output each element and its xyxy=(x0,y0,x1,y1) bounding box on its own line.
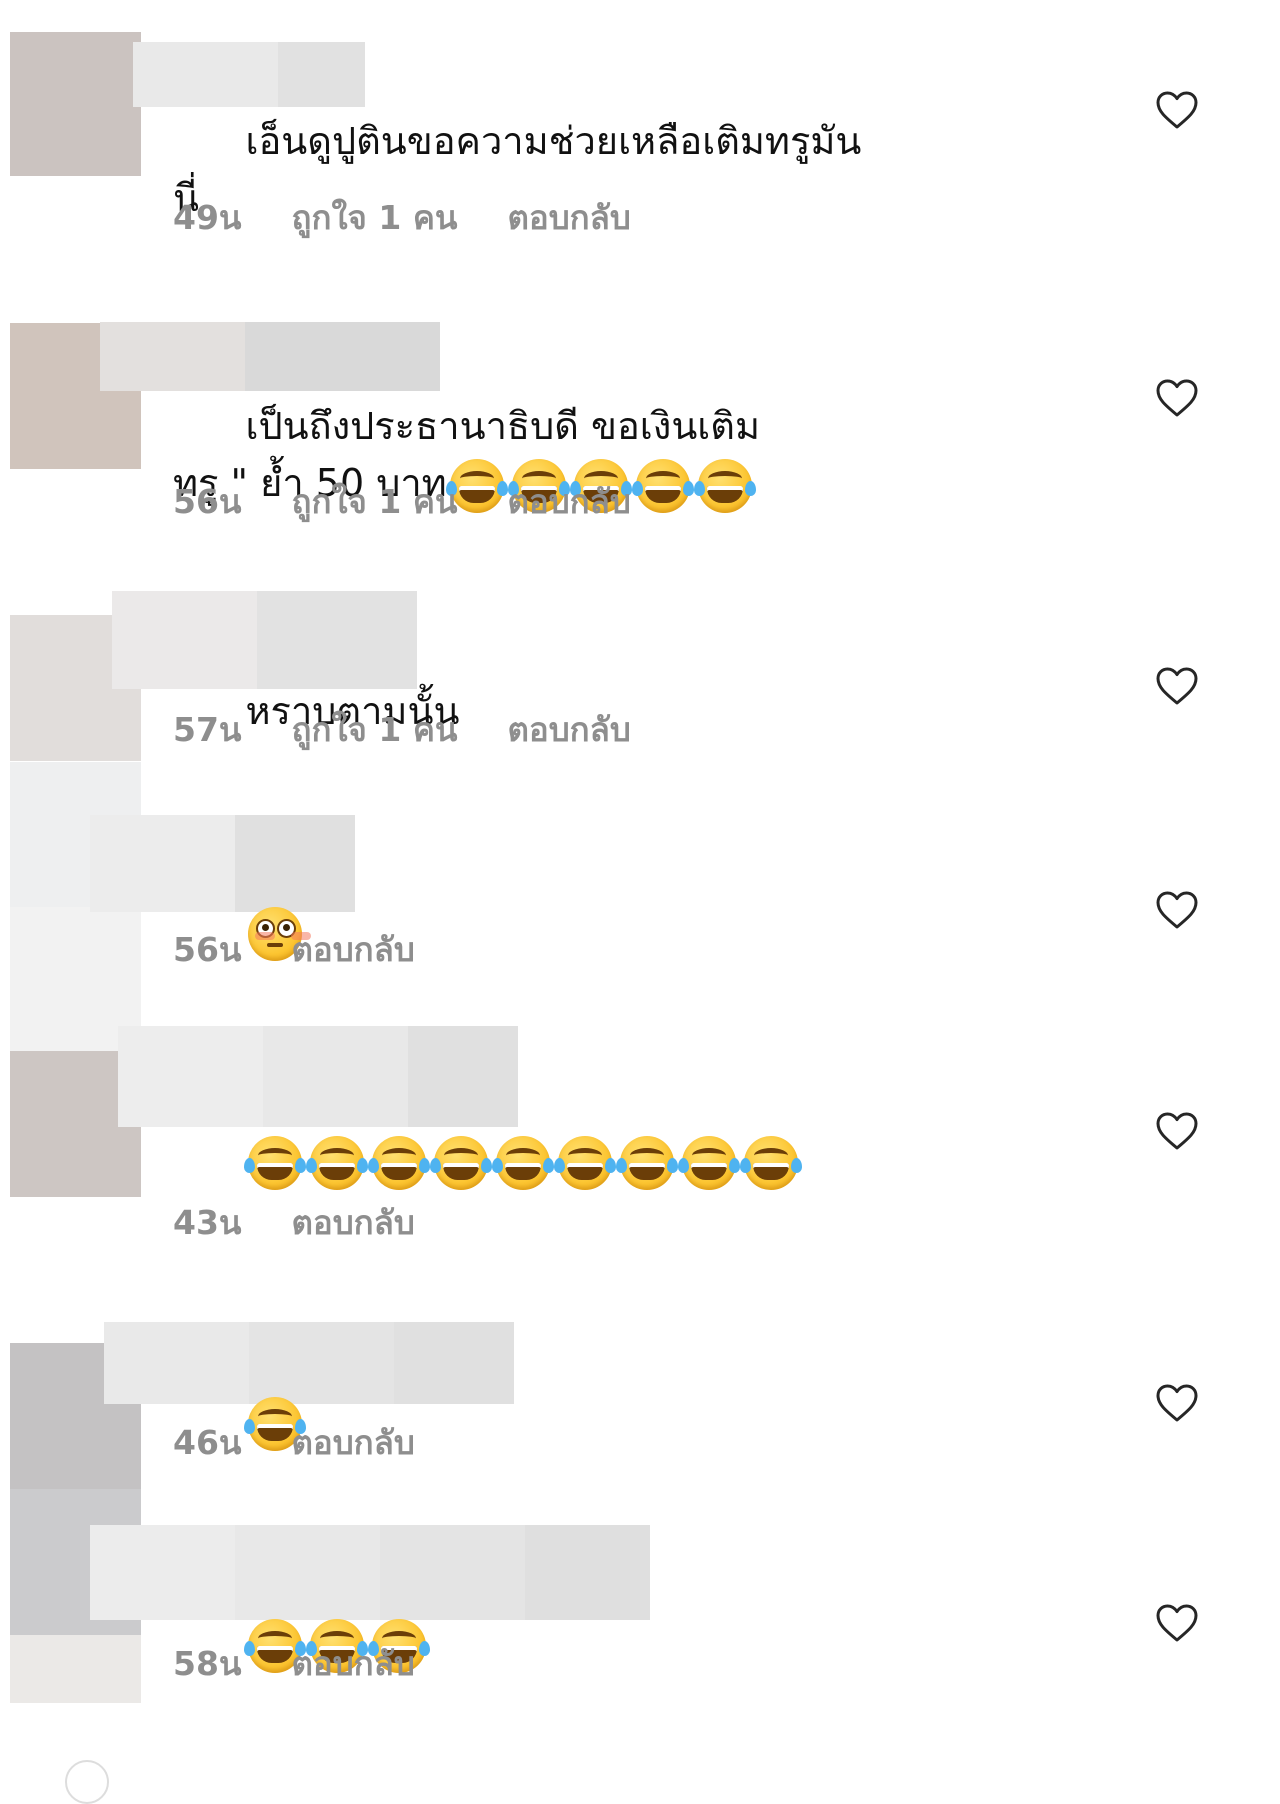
face-with-tears-of-joy-icon xyxy=(616,1135,679,1190)
comment-time: 49น xyxy=(173,198,242,237)
face-with-tears-of-joy-icon xyxy=(740,1135,803,1190)
comment-time: 46น xyxy=(173,1423,242,1462)
face-with-tears-of-joy-icon xyxy=(554,1135,617,1190)
comments-list: เอ็นดูปูตินขอความช่วยเหลือเติมทรูมัน นี่… xyxy=(0,0,1280,1804)
avatar[interactable] xyxy=(65,1760,109,1804)
reply-button[interactable]: ตอบกลับ xyxy=(507,710,630,750)
face-with-tears-of-joy-icon xyxy=(492,1135,555,1190)
comment-meta: 46น ตอบกลับ xyxy=(173,1423,415,1463)
comment-meta: 56น ตอบกลับ xyxy=(173,930,415,970)
comment-meta: 57น ถูกใจ 1 คน ตอบกลับ xyxy=(173,710,631,750)
comment-time: 56น xyxy=(173,482,242,521)
comment-time: 43น xyxy=(173,1203,242,1242)
comment-text: เป็นถึงประธานาธิบดี ขอเงินเติม ทรู " ย้ำ… xyxy=(173,341,1093,570)
comment-likes[interactable]: ถูกใจ 1 คน xyxy=(291,710,457,750)
heart-outline-icon[interactable] xyxy=(1155,378,1199,418)
heart-outline-icon[interactable] xyxy=(1155,1383,1199,1423)
face-with-tears-of-joy-icon xyxy=(693,458,756,513)
face-with-tears-of-joy-icon xyxy=(306,1135,369,1190)
comment-meta: 49น ถูกใจ 1 คน ตอบกลับ xyxy=(173,198,631,238)
comment-likes[interactable]: ถูกใจ 1 คน xyxy=(291,198,457,238)
emoji-group xyxy=(244,1135,803,1190)
comment-time: 56น xyxy=(173,930,242,969)
reply-button[interactable]: ตอบกลับ xyxy=(291,1203,414,1243)
heart-outline-icon[interactable] xyxy=(1155,1111,1199,1151)
reply-button[interactable]: ตอบกลับ xyxy=(291,930,414,970)
heart-outline-icon[interactable] xyxy=(1155,1603,1199,1643)
reply-button[interactable]: ตอบกลับ xyxy=(507,198,630,238)
comment-likes[interactable]: ถูกใจ 1 คน xyxy=(291,482,457,522)
comment-time: 57น xyxy=(173,710,242,749)
face-with-tears-of-joy-icon xyxy=(244,1135,307,1190)
comment-meta: 56น ถูกใจ 1 คน ตอบกลับ xyxy=(173,482,631,522)
face-with-tears-of-joy-icon xyxy=(631,458,694,513)
heart-outline-icon[interactable] xyxy=(1155,90,1199,130)
avatar[interactable] xyxy=(10,32,141,176)
heart-outline-icon[interactable] xyxy=(1155,890,1199,930)
face-with-tears-of-joy-icon xyxy=(678,1135,741,1190)
reply-button[interactable]: ตอบกลับ xyxy=(507,482,630,522)
comment-meta: 58น ตอบกลับ xyxy=(173,1644,415,1684)
reply-button[interactable]: ตอบกลับ xyxy=(291,1644,414,1684)
reply-button[interactable]: ตอบกลับ xyxy=(291,1423,414,1463)
heart-outline-icon[interactable] xyxy=(1155,666,1199,706)
face-with-tears-of-joy-icon xyxy=(368,1135,431,1190)
comment-time: 58น xyxy=(173,1644,242,1683)
comment-meta: 43น ตอบกลับ xyxy=(173,1203,415,1243)
comment-text xyxy=(173,1336,1093,1508)
comment-text: เอ็นดูปูตินขอความช่วยเหลือเติมทรูมัน นี่ xyxy=(173,56,1093,284)
face-with-tears-of-joy-icon xyxy=(430,1135,493,1190)
